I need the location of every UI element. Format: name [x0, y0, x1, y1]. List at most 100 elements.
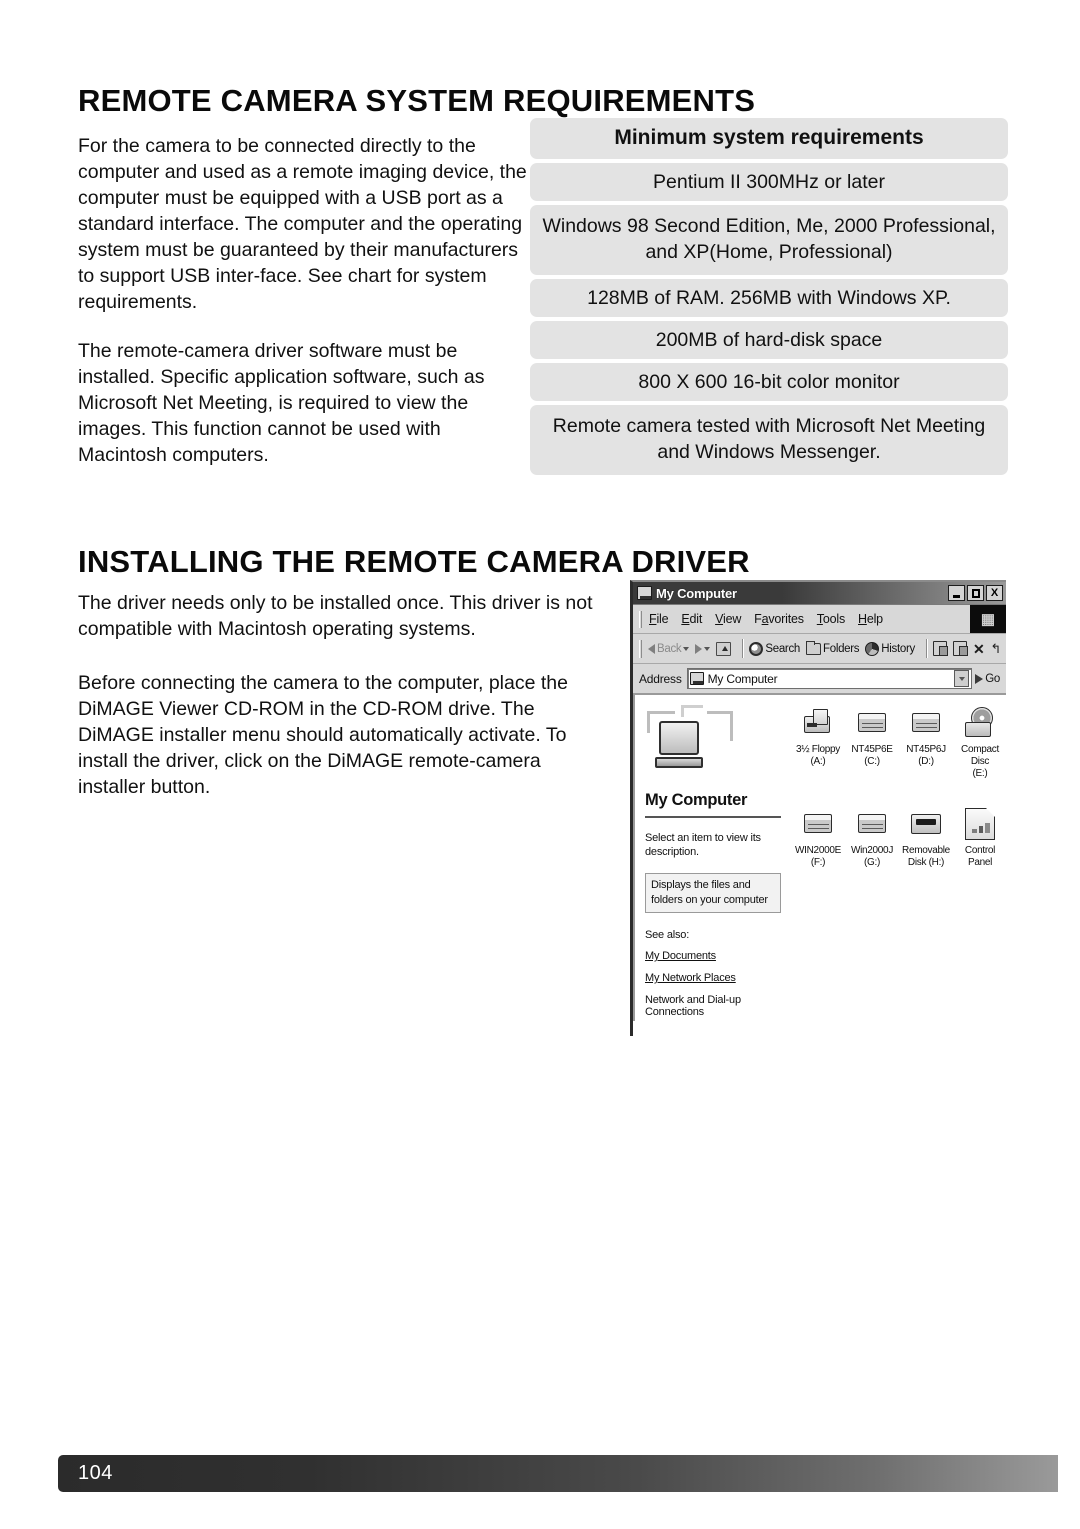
hard-disk-icon: [899, 705, 953, 741]
removable-disk-icon: [899, 806, 953, 842]
copy-to-icon: [952, 641, 968, 656]
move-to-button[interactable]: [932, 641, 948, 656]
requirements-row-ram: 128MB of RAM. 256MB with Windows XP.: [530, 279, 1008, 317]
drive-label-letter: (F:): [810, 857, 826, 868]
install-paragraph-1: The driver needs only to be installed on…: [78, 591, 593, 640]
minimize-button[interactable]: [948, 585, 965, 601]
link-my-documents[interactable]: My Documents: [645, 950, 781, 962]
my-computer-window-screenshot: My Computer X File Edit View Favorites T…: [630, 580, 1006, 1036]
minimum-system-requirements-table: Minimum system requirements Pentium II 3…: [530, 118, 1008, 479]
menu-item-help[interactable]: Help: [858, 612, 883, 626]
drive-item-win2000j-g[interactable]: Win2000J (G:): [845, 806, 899, 869]
drive-item-nt45p6j-d[interactable]: NT45P6J (D:): [899, 705, 953, 780]
requirements-row-hard-disk: 200MB of hard-disk space: [530, 321, 1008, 359]
up-one-level-button[interactable]: [716, 641, 732, 656]
requirements-row-monitor: 800 X 600 16-bit color monitor: [530, 363, 1008, 401]
maximize-button[interactable]: [967, 585, 984, 601]
drive-item-floppy-a[interactable]: 3½ Floppy (A:): [791, 705, 845, 780]
drive-item-nt45p6e-c[interactable]: NT45P6E (C:): [845, 705, 899, 780]
requirements-row-tested-software: Remote camera tested with Microsoft Net …: [530, 405, 1008, 475]
drive-label-name: 3½ Floppy: [796, 744, 840, 755]
arrow-left-icon: [648, 643, 655, 654]
my-computer-icon: [637, 586, 652, 600]
forward-button[interactable]: [695, 643, 711, 654]
chevron-down-icon: [958, 676, 965, 681]
menu-item-file[interactable]: File: [649, 612, 669, 626]
drive-item-compact-disc-e[interactable]: Compact Disc (E:): [953, 705, 1006, 780]
window-titlebar: My Computer X: [633, 582, 1006, 605]
address-input[interactable]: My Computer: [686, 668, 973, 689]
search-button[interactable]: Search: [749, 641, 801, 656]
floppy-drive-icon: [791, 705, 845, 741]
menu-item-edit[interactable]: Edit: [681, 612, 702, 626]
page-number: 104: [78, 1462, 113, 1484]
chevron-down-icon[interactable]: [683, 646, 690, 651]
undo-icon: ↰: [990, 641, 1001, 656]
window-frame: My Computer X File Edit View Favorites T…: [633, 582, 1006, 1021]
page-title-remote-camera-system-requirements: REMOTE CAMERA SYSTEM REQUIREMENTS: [78, 82, 756, 118]
drive-label-name: Win2000J: [850, 845, 894, 856]
menu-item-favorites[interactable]: Favorites: [754, 612, 804, 626]
drive-label-letter: (D:): [918, 756, 934, 767]
search-button-label: Search: [765, 642, 801, 655]
folders-button[interactable]: Folders: [806, 640, 860, 655]
install-paragraph-2: Before connecting the camera to the comp…: [78, 671, 568, 798]
close-icon[interactable]: X: [986, 585, 1003, 601]
link-network-and-dialup-connections[interactable]: Network and Dial-up Connections: [645, 994, 781, 1018]
menu-item-tools[interactable]: Tools: [817, 612, 845, 626]
left-panel-title: My Computer: [645, 791, 781, 818]
window-title: My Computer: [656, 585, 737, 601]
history-button[interactable]: History: [865, 641, 915, 656]
drives-row-2: WIN2000E (F:) Win2000J (G:) Removable Di…: [791, 806, 1006, 869]
drive-label-name: WIN2000E: [795, 845, 841, 856]
search-icon: [749, 641, 764, 656]
hard-disk-icon: [791, 806, 845, 842]
my-computer-icon: [689, 672, 704, 685]
drive-label-name: NT45P6E: [851, 744, 893, 755]
drive-item-win2000e-f[interactable]: WIN2000E (F:): [791, 806, 845, 869]
undo-button[interactable]: ↰: [990, 642, 1001, 655]
menubar-grip[interactable]: [639, 610, 642, 628]
explorer-left-panel: My Computer Select an item to view its d…: [635, 695, 787, 1021]
drive-label-letter: (A:): [810, 756, 826, 767]
folders-button-label: Folders: [823, 642, 860, 655]
window-content: My Computer Select an item to view its d…: [633, 695, 1006, 1021]
my-computer-banner-graphic-icon: [645, 703, 781, 789]
control-panel-icon: [953, 806, 1006, 842]
drive-item-control-panel[interactable]: Control Panel: [953, 806, 1006, 869]
page-title-installing-the-remote-camera-driver: INSTALLING THE REMOTE CAMERA DRIVER: [78, 543, 750, 579]
window-addressbar: Address My Computer Go: [633, 664, 1006, 695]
drive-label-name: Removable: [902, 845, 950, 856]
window-controls: X: [948, 585, 1003, 601]
window-toolbar: Back Search Folders History ✕ ↰: [633, 634, 1006, 664]
folders-icon: [806, 640, 822, 655]
chevron-down-icon[interactable]: [704, 646, 711, 651]
back-button[interactable]: Back: [648, 643, 690, 655]
copy-to-button[interactable]: [952, 641, 968, 656]
move-to-icon: [932, 641, 948, 656]
link-my-network-places[interactable]: My Network Places: [645, 972, 781, 984]
address-dropdown-button[interactable]: [954, 670, 970, 687]
history-button-label: History: [881, 642, 915, 655]
drive-item-removable-disk-h[interactable]: Removable Disk (H:): [899, 806, 953, 869]
drive-label-letter: Disk (H:): [907, 857, 945, 868]
drive-label-name: Compact Disc: [961, 744, 999, 767]
intro-paragraph-2: The remote-camera driver software must b…: [78, 339, 485, 466]
windows-flag-logo-icon: ▦: [970, 605, 1006, 633]
delete-button[interactable]: ✕: [973, 642, 985, 656]
address-label: Address: [639, 671, 682, 686]
left-panel-description: Select an item to view its description.: [645, 832, 761, 858]
toolbar-separator: [925, 639, 928, 658]
cd-drive-icon: [953, 705, 1006, 741]
go-button[interactable]: Go: [975, 673, 1000, 685]
address-value: My Computer: [707, 671, 778, 686]
menu-item-view[interactable]: View: [715, 612, 741, 626]
drives-row-1: 3½ Floppy (A:) NT45P6E (C:) NT45P6J (D:): [791, 705, 1006, 780]
intro-paragraph-1: For the camera to be connected directly …: [78, 134, 527, 313]
window-menubar: File Edit View Favorites Tools Help ▦: [633, 605, 1006, 634]
toolbar-separator: [742, 639, 745, 658]
toolbar-grip[interactable]: [639, 639, 642, 658]
requirements-row-processor: Pentium II 300MHz or later: [530, 163, 1008, 201]
requirements-table-header: Minimum system requirements: [530, 118, 1008, 159]
drive-label-name: Control Panel: [964, 845, 996, 868]
